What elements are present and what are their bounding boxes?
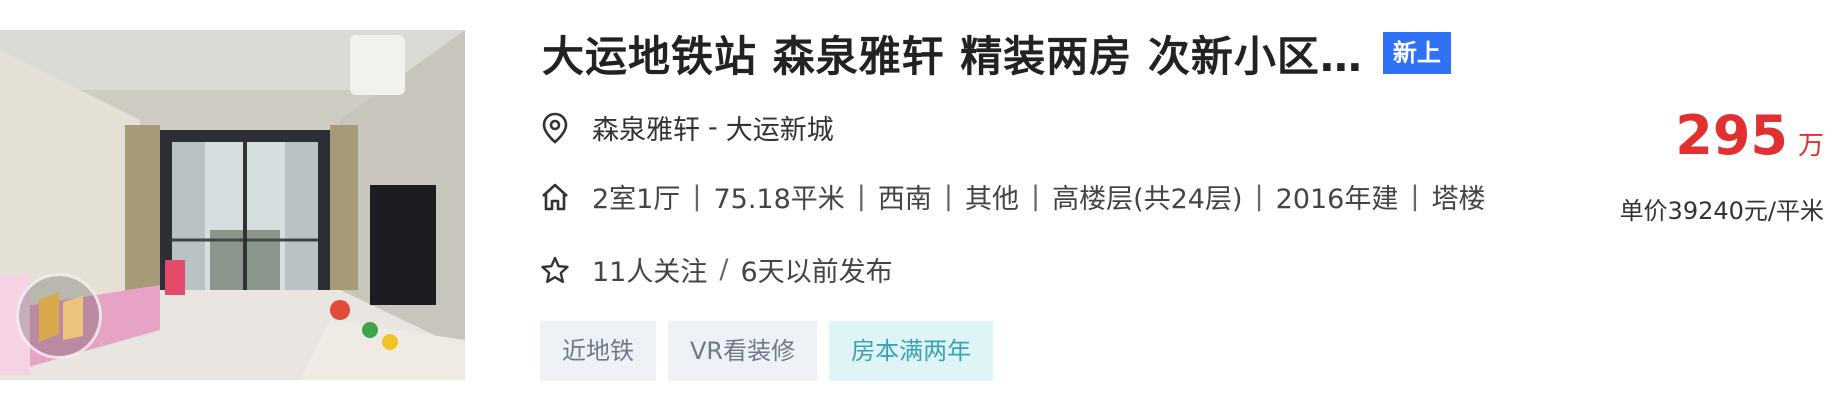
tag-list: 近地铁 VR看装修 房本满两年 — [540, 321, 1005, 381]
price-value: 295 — [1675, 104, 1788, 167]
house-icon — [540, 181, 570, 213]
publish-time: 6天以前发布 — [740, 257, 893, 288]
tag-near-subway: 近地铁 — [540, 321, 656, 381]
total-price: 295 万 — [1675, 108, 1824, 164]
listing-title[interactable]: 大运地铁站 森泉雅轩 精装两房 次新小区… — [542, 23, 1363, 84]
house-info-row: 2室1厅 | 75.18平米 | 西南 | 其他 | 高楼层(共24层) | 2… — [540, 177, 1485, 216]
vr-badge[interactable] — [16, 273, 102, 359]
listing-photo[interactable] — [0, 30, 465, 380]
info-year: 2016年建 — [1275, 184, 1399, 215]
title-row: 大运地铁站 森泉雅轩 精装两房 次新小区… 新上 — [542, 28, 1451, 81]
info-separator: | — [1410, 181, 1420, 212]
info-separator: | — [1030, 181, 1041, 212]
location-row: 森泉雅轩 - 大运新城 — [540, 108, 834, 147]
info-separator: | — [692, 181, 702, 212]
location-separator: - — [708, 112, 718, 143]
tag-two-years: 房本满两年 — [829, 321, 994, 381]
info-area: 75.18平米 — [713, 184, 845, 215]
follow-separator: / — [719, 254, 729, 285]
unit-price: 单价39240元/平米 — [1619, 197, 1824, 225]
info-decoration: 其他 — [964, 184, 1019, 215]
district-link[interactable]: 大运新城 — [726, 108, 834, 147]
community-link[interactable]: 森泉雅轩 — [592, 108, 700, 147]
tag-vr-decoration: VR看装修 — [668, 321, 818, 381]
info-separator: | — [856, 181, 866, 212]
location-pin-icon — [540, 112, 570, 144]
followers-count: 11人关注 — [592, 257, 708, 288]
new-badge: 新上 — [1382, 32, 1451, 74]
info-separator: | — [1254, 181, 1264, 212]
info-building-type: 塔楼 — [1431, 184, 1486, 215]
info-layout: 2室1厅 — [592, 184, 681, 215]
price-unit: 万 — [1797, 131, 1824, 161]
star-icon — [540, 254, 570, 286]
vr-icon — [39, 292, 83, 342]
follow-row: 11人关注 / 6天以前发布 — [540, 250, 893, 289]
info-floor: 高楼层(共24层) — [1052, 184, 1243, 215]
info-separator: | — [943, 181, 953, 212]
info-orientation: 西南 — [877, 184, 932, 215]
